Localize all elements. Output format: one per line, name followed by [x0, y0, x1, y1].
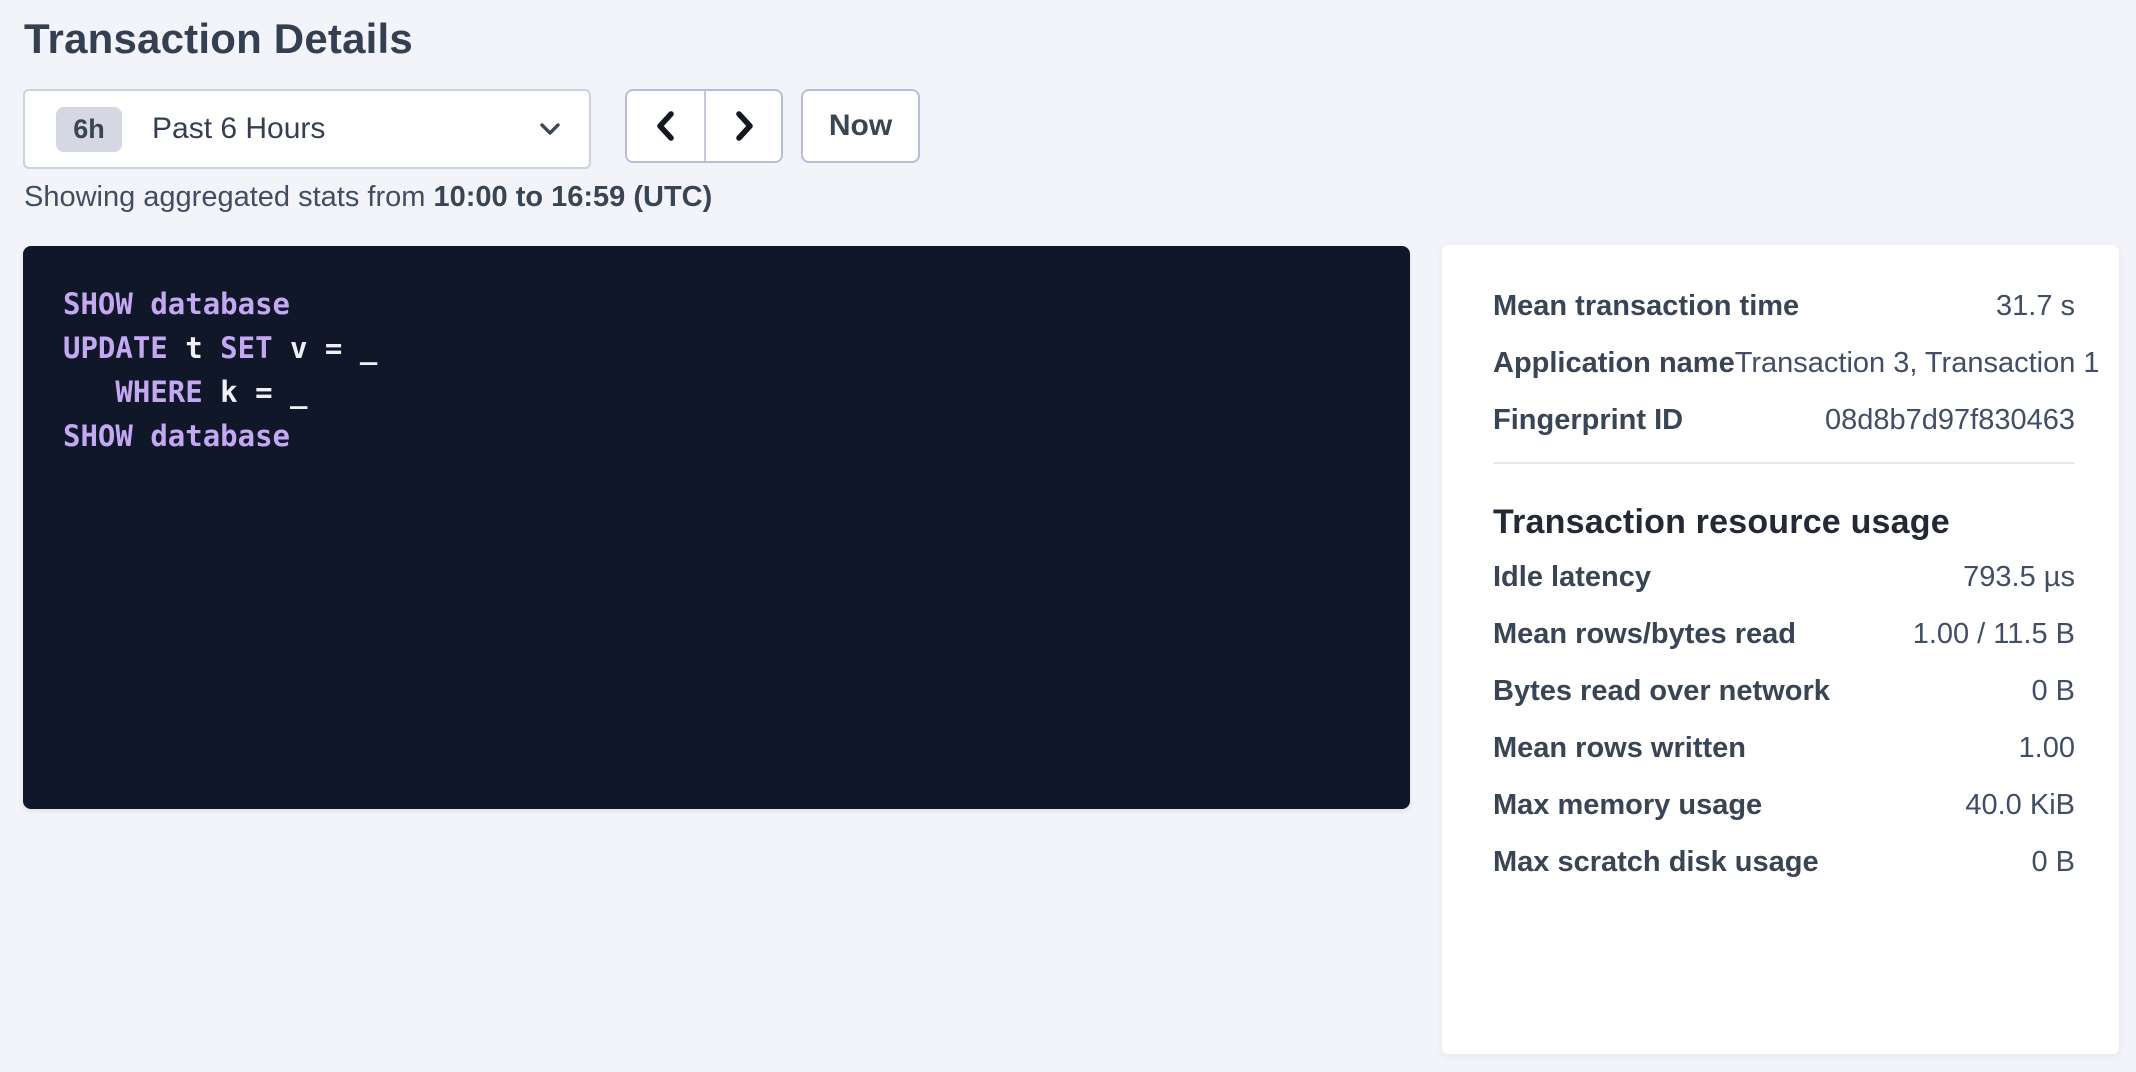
card-divider: [1493, 462, 2075, 464]
time-range-label: Past 6 Hours: [152, 112, 325, 146]
sql-text: [63, 375, 115, 409]
sql-text: t: [168, 331, 220, 365]
stat-row: Max scratch disk usage 0 B: [1493, 847, 2075, 877]
sql-statement-text: SHOW database UPDATE t SET v = _ WHERE k…: [23, 246, 1410, 494]
stat-label: Mean transaction time: [1493, 291, 1799, 321]
sql-keyword: UPDATE: [63, 331, 168, 365]
chevron-right-icon: [728, 109, 760, 143]
sql-text: [133, 287, 150, 321]
stat-row: Idle latency 793.5 µs: [1493, 562, 2075, 592]
stat-label: Fingerprint ID: [1493, 405, 1683, 435]
aggregation-summary: Showing aggregated stats from 10:00 to 1…: [24, 180, 712, 214]
stat-row: Bytes read over network 0 B: [1493, 676, 2075, 706]
page-title: Transaction Details: [24, 14, 413, 64]
aggregation-summary-range: 10:00 to 16:59 (UTC): [433, 181, 712, 213]
stat-value: 793.5 µs: [1963, 562, 2075, 592]
stat-value: 08d8b7d97f830463: [1825, 405, 2075, 435]
stat-row: Max memory usage 40.0 KiB: [1493, 790, 2075, 820]
sql-text: k = _: [203, 375, 308, 409]
prev-range-button[interactable]: [627, 91, 704, 161]
next-range-button[interactable]: [704, 91, 781, 161]
stat-label: Application name: [1493, 348, 1735, 378]
sql-keyword: SHOW: [63, 419, 133, 453]
sql-keyword: WHERE: [115, 375, 202, 409]
sql-statement-box: SHOW database UPDATE t SET v = _ WHERE k…: [23, 246, 1410, 809]
stat-label: Max memory usage: [1493, 790, 1762, 820]
time-range-nav: [625, 89, 783, 163]
sql-text: [133, 419, 150, 453]
sql-text: v = _: [273, 331, 378, 365]
stat-value: 1.00 / 11.5 B: [1913, 619, 2075, 649]
time-range-select[interactable]: 6h Past 6 Hours: [23, 89, 591, 169]
stat-value: 0 B: [2031, 676, 2075, 706]
stat-label: Idle latency: [1493, 562, 1651, 592]
stat-row: Mean rows/bytes read 1.00 / 11.5 B: [1493, 619, 2075, 649]
sql-keyword: SET: [220, 331, 272, 365]
stat-label: Max scratch disk usage: [1493, 847, 1819, 877]
now-button[interactable]: Now: [801, 89, 920, 163]
sql-keyword: database: [150, 287, 290, 321]
stat-value: 1.00: [2019, 733, 2075, 763]
stat-label: Mean rows written: [1493, 733, 1746, 763]
sql-keyword: database: [150, 419, 290, 453]
stat-value: 40.0 KiB: [1965, 790, 2075, 820]
chevron-down-icon: [537, 116, 563, 142]
stat-label: Mean rows/bytes read: [1493, 619, 1796, 649]
aggregation-summary-prefix: Showing aggregated stats from: [24, 181, 433, 213]
stat-value: Transaction 3, Transaction 1: [1735, 348, 2100, 378]
chevron-left-icon: [650, 109, 682, 143]
sql-keyword: SHOW: [63, 287, 133, 321]
stat-row: Application nameTransaction 3, Transacti…: [1493, 348, 2075, 378]
stat-value: 0 B: [2031, 847, 2075, 877]
time-controls: 6h Past 6 Hours Now: [23, 89, 920, 169]
stat-row: Mean rows written 1.00: [1493, 733, 2075, 763]
time-range-badge: 6h: [56, 107, 122, 152]
transaction-stats-card: Mean transaction time 31.7 s Application n…: [1442, 245, 2119, 1054]
stat-row: Mean transaction time 31.7 s: [1493, 291, 2075, 321]
transaction-summary-rows: Mean transaction time 31.7 s Application n…: [1493, 291, 2075, 435]
transaction-resource-rows: Idle latency 793.5 µs Mean rows/bytes read…: [1493, 562, 2075, 877]
stat-row: Fingerprint ID 08d8b7d97f830463: [1493, 405, 2075, 435]
stat-value: 31.7 s: [1996, 291, 2075, 321]
resource-usage-heading: Transaction resource usage: [1493, 502, 2075, 542]
stat-label: Bytes read over network: [1493, 676, 1830, 706]
